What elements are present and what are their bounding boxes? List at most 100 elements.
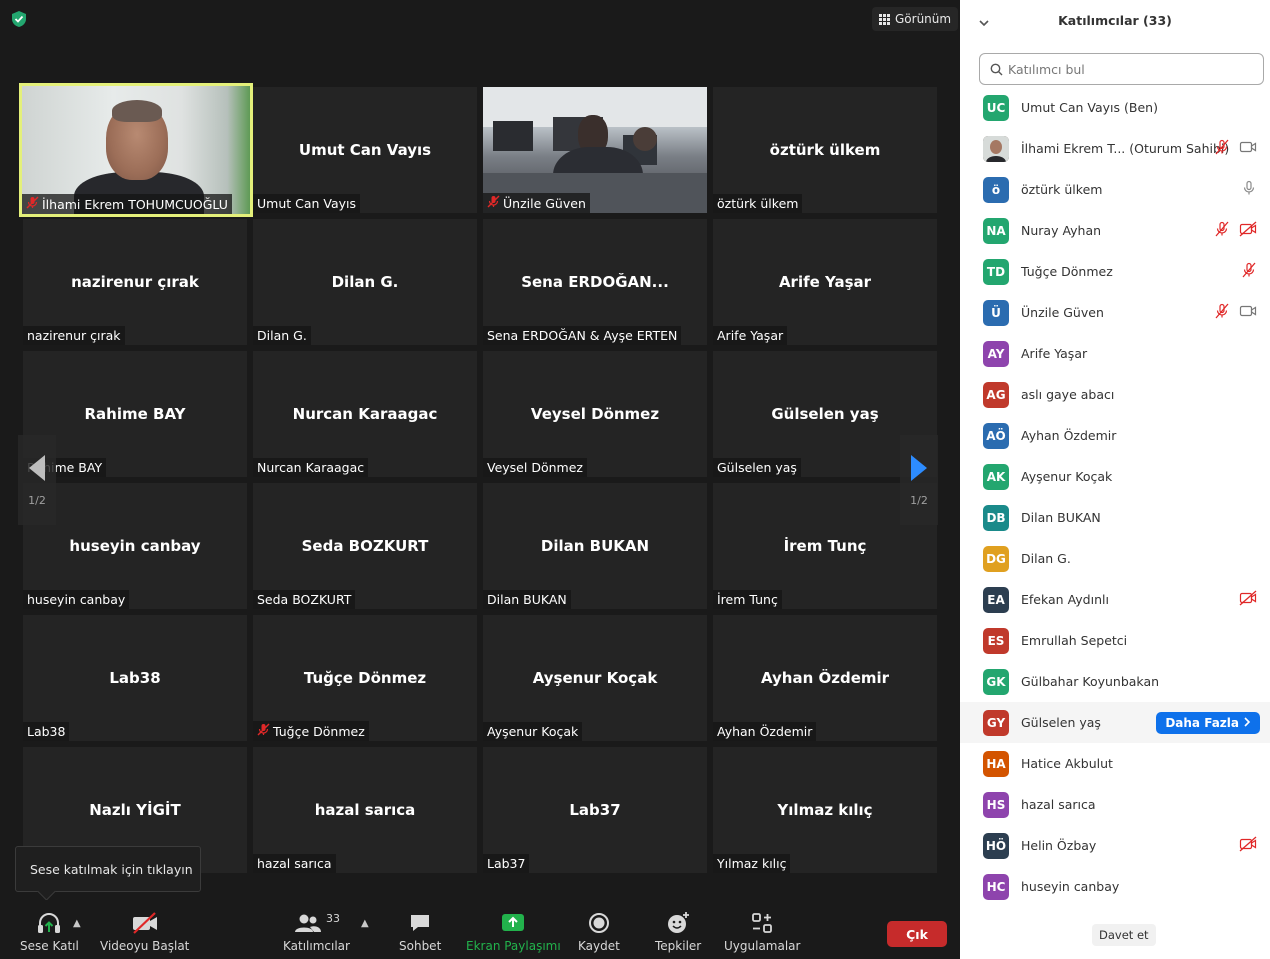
avatar: DB (983, 504, 1009, 531)
participant-tile[interactable]: Ünzile Güven (483, 87, 707, 213)
video-off-icon[interactable] (1239, 590, 1257, 610)
participant-row[interactable]: EA Efekan Aydınlı (960, 579, 1270, 620)
participant-tile[interactable]: huseyin canbay huseyin canbay (23, 483, 247, 609)
participant-row[interactable]: Ü Ünzile Güven (960, 292, 1270, 333)
tile-display-name: Dilan G. (331, 273, 399, 291)
participant-row[interactable]: NA Nuray Ayhan (960, 210, 1270, 251)
mic-icon[interactable] (1241, 180, 1257, 200)
participant-tile[interactable]: Nurcan Karaagac Nurcan Karaagac (253, 351, 477, 477)
reactions-button[interactable]: Tepkiler (655, 910, 701, 953)
share-screen-icon (500, 910, 526, 936)
tile-display-name: Seda BOZKURT (301, 537, 429, 555)
search-input[interactable] (1008, 61, 1248, 77)
participant-row[interactable]: DB Dilan BUKAN (960, 497, 1270, 538)
tile-name-label: Dilan G. (253, 326, 311, 345)
record-button[interactable]: Kaydet (578, 910, 620, 953)
panel-header: Katılımcılar (33) (960, 0, 1270, 44)
chat-button[interactable]: Sohbet (399, 910, 441, 953)
chat-icon (408, 910, 432, 936)
participant-row[interactable]: HÖ Helin Özbay (960, 825, 1270, 866)
participant-row[interactable]: HS hazal sarıca (960, 784, 1270, 825)
audio-options-caret-icon[interactable]: ▲ (73, 918, 81, 929)
tile-display-name: Rahime BAY (84, 405, 186, 423)
participant-row[interactable]: GY Gülselen yaş Daha Fazla (960, 702, 1270, 743)
prev-page-button[interactable]: 1/2 (18, 435, 56, 525)
participant-tile[interactable]: Dilan G. Dilan G. (253, 219, 477, 345)
participant-tile[interactable]: Tuğçe Dönmez Tuğçe Dönmez (253, 615, 477, 741)
page-indicator-right: 1/2 (910, 493, 928, 507)
leave-button[interactable]: Çık (887, 921, 947, 947)
tile-name-text: Ayşenur Koçak (487, 724, 579, 739)
participant-tile[interactable]: Dilan BUKAN Dilan BUKAN (483, 483, 707, 609)
grid-view-icon (879, 13, 890, 25)
share-screen-button[interactable]: Ekran Paylaşımı (466, 910, 561, 953)
participant-tile[interactable]: Ayhan Özdemir Ayhan Özdemir (713, 615, 937, 741)
participant-row[interactable]: HC huseyin canbay (960, 866, 1270, 907)
mic-muted-icon[interactable] (1214, 221, 1230, 241)
participant-row[interactable]: DG Dilan G. (960, 538, 1270, 579)
panel-title: Katılımcılar (33) (1058, 13, 1172, 28)
more-button-label: Daha Fazla (1165, 715, 1239, 730)
participant-row[interactable]: ES Emrullah Sepetci (960, 620, 1270, 661)
participant-row[interactable]: ö öztürk ülkem (960, 169, 1270, 210)
participants-options-caret-icon[interactable]: ▲ (361, 918, 369, 929)
next-page-button[interactable]: 1/2 (900, 435, 938, 525)
video-off-icon[interactable] (1239, 836, 1257, 856)
participant-tile[interactable]: Ayşenur Koçak Ayşenur Koçak (483, 615, 707, 741)
video-icon[interactable] (1239, 139, 1257, 159)
participants-button[interactable]: 33 Katılımcılar (283, 910, 350, 954)
participant-tile[interactable]: Sena ERDOĞAN... Sena ERDOĞAN & Ayşe ERTEN (483, 219, 707, 345)
start-video-button[interactable]: Videoyu Başlat (100, 910, 189, 953)
participant-tile[interactable]: Seda BOZKURT Seda BOZKURT (253, 483, 477, 609)
participant-tile[interactable]: Rahime BAY Rahime BAY (23, 351, 247, 477)
tile-name-text: huseyin canbay (27, 592, 126, 607)
mic-muted-icon[interactable] (1241, 262, 1257, 282)
participant-tile[interactable]: Yılmaz kılıç Yılmaz kılıç (713, 747, 937, 873)
tile-display-name: Lab38 (109, 669, 161, 687)
chat-label: Sohbet (399, 939, 442, 953)
participant-row[interactable]: TD Tuğçe Dönmez (960, 251, 1270, 292)
video-icon[interactable] (1239, 303, 1257, 323)
participant-tile[interactable]: Arife Yaşar Arife Yaşar (713, 219, 937, 345)
tile-name-text: Arife Yaşar (717, 328, 784, 343)
participant-tile[interactable]: Lab38 Lab38 (23, 615, 247, 741)
participant-row[interactable]: AG aslı gaye abacı (960, 374, 1270, 415)
participant-name: hazal sarıca (1021, 797, 1096, 812)
participant-row[interactable]: AÖ Ayhan Özdemir (960, 415, 1270, 456)
participant-row[interactable]: GK Gülbahar Koyunbakan (960, 661, 1270, 702)
participant-tile[interactable]: öztürk ülkem öztürk ülkem (713, 87, 937, 213)
tile-display-name: hazal sarıca (314, 801, 416, 819)
join-audio-button[interactable]: Sese Katıl (20, 910, 79, 953)
avatar: NA (983, 217, 1009, 244)
view-button[interactable]: Görünüm (872, 7, 959, 31)
invite-button[interactable]: Davet et (1092, 924, 1156, 946)
tile-name-text: Tuğçe Dönmez (273, 723, 365, 739)
more-button[interactable]: Daha Fazla (1156, 711, 1260, 734)
participant-name: aslı gaye abacı (1021, 387, 1115, 402)
tile-name-label: Seda BOZKURT (253, 590, 356, 609)
participants-icon: 33 (293, 910, 340, 936)
participant-row[interactable]: AY Arife Yaşar (960, 333, 1270, 374)
video-off-icon[interactable] (1239, 221, 1257, 241)
participant-row[interactable]: AK Ayşenur Koçak (960, 456, 1270, 497)
encryption-shield-icon[interactable] (8, 8, 30, 30)
participant-tile[interactable]: nazirenur çırak nazirenur çırak (23, 219, 247, 345)
participant-tile[interactable]: İlhami Ekrem TOHUMCUOĞLU (19, 83, 253, 217)
participant-tile[interactable]: hazal sarıca hazal sarıca (253, 747, 477, 873)
mic-muted-icon[interactable] (1214, 303, 1230, 323)
tile-display-name: Nazlı YİGİT (89, 801, 181, 819)
participant-tile[interactable]: Umut Can Vayıs Umut Can Vayıs (253, 87, 477, 213)
mic-muted-icon[interactable] (1214, 139, 1230, 159)
participant-name: Umut Can Vayıs (Ben) (1021, 100, 1158, 115)
participant-row[interactable]: İlhami Ekrem T... (Oturum Sahibi) (960, 128, 1270, 169)
participant-tile[interactable]: Veysel Dönmez Veysel Dönmez (483, 351, 707, 477)
apps-button[interactable]: Uygulamalar (724, 910, 800, 953)
participant-row[interactable]: UC Umut Can Vayıs (Ben) (960, 87, 1270, 128)
tile-name-text: Ünzile Güven (503, 195, 586, 211)
tile-name-label: huseyin canbay (23, 590, 130, 609)
avatar: AY (983, 340, 1009, 367)
participant-row[interactable]: HA Hatice Akbulut (960, 743, 1270, 784)
avatar: AG (983, 381, 1009, 408)
participant-tile[interactable]: Lab37 Lab37 (483, 747, 707, 873)
tile-display-name: Yılmaz kılıç (777, 801, 873, 819)
